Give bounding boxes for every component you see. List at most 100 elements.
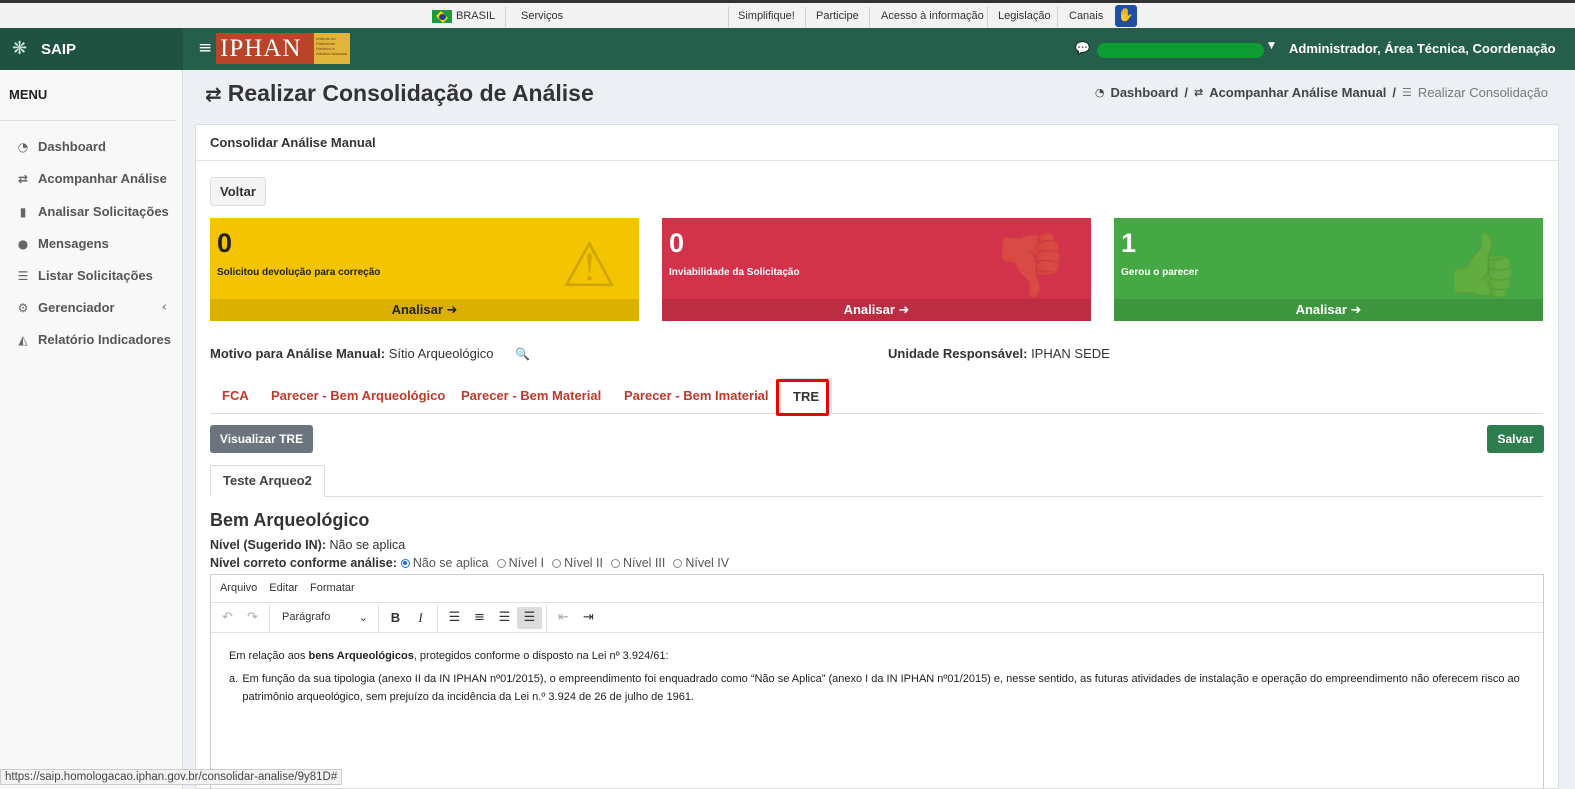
undo-icon[interactable]: ↶ [215,607,240,629]
comments-icon: ● [17,236,29,251]
stat-value: 0 [669,228,685,258]
caret-down-icon[interactable]: ▼ [1268,41,1275,51]
block-format-select[interactable]: Parágrafo ⌄ [274,611,374,624]
govbar-link-simplifique[interactable]: Simplifique! [738,10,795,22]
divider [869,7,870,27]
govbar-link-legislacao[interactable]: Legislação [998,10,1051,22]
rich-text-editor: Arquivo Editar Formatar ↶ ↷ Parágrafo ⌄ B… [210,574,1544,789]
list-marker: a. [229,673,239,685]
motivo-label: Motivo para Análise Manual: [210,346,386,361]
breadcrumb-dashboard[interactable]: Dashboard [1110,85,1178,100]
search-icon[interactable]: 🔍 [515,347,530,361]
sidebar-item-listar[interactable]: ☰ Listar Solicitações [15,268,175,283]
sidebar-item-analisar[interactable]: ▮ Analisar Solicitações [15,204,175,219]
exchange-icon: ⇄ [17,171,29,186]
tab-parecer-arqueologico[interactable]: Parecer - Bem Arqueológico [271,378,445,414]
thumbs-up-icon: 👍 [1443,228,1521,301]
nivel-sugerido: Nível (Sugerido IN): Não se aplica [210,538,405,552]
iphan-logo-subtext: Instituto do Patrimônio Histórico e Artí… [314,33,350,64]
sidebar-item-mensagens[interactable]: ● Mensagens [15,236,175,251]
nivel-correto-label: Nível correto conforme análise: [210,556,397,570]
motivo-info: Motivo para Análise Manual: Sítio Arqueo… [210,346,530,361]
govbar-link-acesso[interactable]: Acesso à informação [881,10,984,22]
radio-dot [552,558,562,568]
radio-label: Nível IV [685,556,730,570]
redacted-user-name[interactable] [1097,43,1264,58]
subtab-teste-arqueo2[interactable]: Teste Arqueo2 [210,465,325,497]
breadcrumb-acompanhar[interactable]: Acompanhar Análise Manual [1209,85,1386,100]
govbar-services-link[interactable]: Serviços [521,10,563,22]
editor-menu-formatar[interactable]: Formatar [310,582,355,595]
radio-nivel-ii[interactable]: Nível II [552,556,603,570]
bold-icon[interactable]: B [383,607,408,629]
sidebar-item-label: Mensagens [38,236,109,251]
divider [728,7,729,27]
sidebar-item-label: Relatório Indicadores [38,332,171,347]
divider [505,7,506,27]
dashboard-icon: ◔ [1094,86,1105,99]
save-button[interactable]: Salvar [1487,425,1544,453]
tab-parecer-imaterial[interactable]: Parecer - Bem Imaterial [624,378,769,414]
radio-dot [496,558,506,568]
visualizar-tre-button[interactable]: Visualizar TRE [210,425,313,453]
radio-nivel-iv[interactable]: Nível IV [673,556,729,570]
align-left-icon[interactable]: ☰ [442,607,467,629]
stat-analisar-link[interactable]: Analisar ➜ [1114,299,1543,321]
redo-icon[interactable]: ↷ [240,607,265,629]
sidebar-item-label: Listar Solicitações [38,268,153,283]
sidebar-item-dashboard[interactable]: ◔ Dashboard [15,139,175,154]
divider [987,7,988,27]
tab-fca[interactable]: FCA [222,378,249,414]
book-icon: ▮ [19,204,27,219]
align-center-icon[interactable]: ≡ [467,607,492,629]
radio-dot [673,558,683,568]
sidebar-item-relatorio[interactable]: ◭ Relatório Indicadores [15,332,175,347]
radio-nivel-i[interactable]: Nível I [496,556,544,570]
divider [805,7,806,27]
align-right-icon[interactable]: ☰ [492,607,517,629]
area-chart-icon: ◭ [18,332,28,347]
stat-analisar-link[interactable]: Analisar ➜ [210,299,639,321]
nivel-correto-group: Nível correto conforme análise: Não se a… [210,556,733,570]
brand[interactable]: ❋ SAIP [0,28,183,70]
editor-menu-arquivo[interactable]: Arquivo [220,582,257,595]
user-roles[interactable]: Administrador, Área Técnica, Coordenação… [1289,41,1555,56]
govbar-link-participe[interactable]: Participe [816,10,859,22]
sidebar-item-acompanhar[interactable]: ⇄ Acompanhar Análise [15,171,175,186]
align-justify-icon[interactable]: ☰ [517,606,542,629]
comment-icon[interactable]: 💬 [1075,41,1090,55]
hamburger-menu-icon[interactable]: ≡ [198,38,212,58]
accessibility-hands-icon[interactable]: ✋ [1115,5,1137,27]
iphan-logo-text: IPHAN [220,34,302,62]
italic-icon[interactable]: I [408,607,433,629]
back-button[interactable]: Voltar [210,177,266,206]
app-name: SAIP [41,40,77,58]
radio-label: Não se aplica [412,556,489,570]
stat-label: Solicitou devolução para correção [217,267,381,278]
tab-parecer-material[interactable]: Parecer - Bem Material [461,378,601,414]
divider [1057,7,1058,27]
chevron-down-icon: ⌄ [358,611,368,624]
exchange-icon: ⇄ [205,81,222,106]
editor-paragraph: Em relação aos bens Arqueológicos, prote… [229,647,1525,665]
breadcrumb-current: Realizar Consolidação [1417,85,1548,100]
browser-status-url: https://saip.homologacao.iphan.gov.br/co… [0,769,343,785]
radio-nao-se-aplica[interactable]: Não se aplica [400,556,489,570]
outdent-icon[interactable]: ⇤ [551,607,576,629]
unidade-label: Unidade Responsável: [888,346,1028,361]
editor-menu-editar[interactable]: Editar [269,582,298,595]
indent-icon[interactable]: ⇥ [576,607,601,629]
govbar-link-canais[interactable]: Canais [1069,10,1103,22]
editor-content[interactable]: Em relação aos bens Arqueológicos, prote… [211,633,1543,720]
radio-dot [610,558,620,568]
govbar-country-link[interactable]: BRASIL [456,10,495,22]
stat-label: Gerou o parecer [1121,267,1199,278]
arrow-circle-right-icon: ➜ [446,303,458,318]
sidebar-item-label: Analisar Solicitações [38,204,169,219]
radio-nivel-iii[interactable]: Nível III [610,556,665,570]
nivel-sugerido-label: Nível (Sugerido IN): [210,538,326,552]
section-title: Bem Arqueológico [210,510,370,530]
stat-analisar-link[interactable]: Analisar ➜ [662,299,1091,321]
sidebar-item-gerenciador[interactable]: ⚙ Gerenciador ‹ [15,300,175,315]
stat-action-label: Analisar [391,302,443,317]
